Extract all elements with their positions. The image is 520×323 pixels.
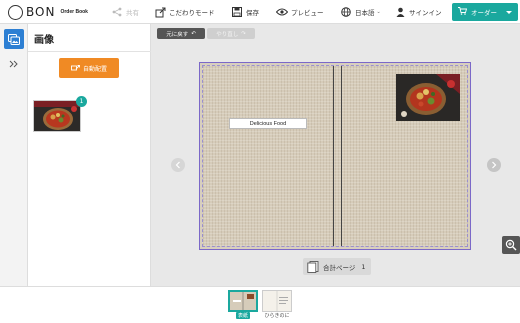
chevron-right-icon bbox=[492, 161, 497, 169]
mode-label: こだわりモード bbox=[169, 9, 215, 17]
page-label-cover: 表紙 bbox=[236, 312, 250, 319]
order-label: オーダー bbox=[471, 9, 497, 17]
panel-divider bbox=[28, 51, 151, 52]
logo[interactable]: BON Order Book bbox=[8, 3, 88, 21]
left-rail bbox=[0, 24, 28, 286]
preview-button[interactable]: プレビュー bbox=[276, 4, 324, 20]
language-label: 日本語 bbox=[355, 9, 375, 17]
order-button[interactable]: オーダー bbox=[452, 3, 518, 21]
undo-redo-bar: 元に戻す ↶ やり直し ↷ bbox=[157, 28, 255, 39]
expand-panel-button[interactable] bbox=[7, 58, 21, 70]
save-button[interactable]: 保存 bbox=[231, 4, 259, 20]
signin-button[interactable]: サインイン bbox=[394, 4, 442, 20]
image-thumbnail[interactable]: 1 bbox=[33, 96, 87, 134]
panel-title: 画像 bbox=[34, 35, 54, 46]
auto-layout-button[interactable]: 自動配置 bbox=[59, 58, 119, 78]
preview-label: プレビュー bbox=[291, 9, 324, 17]
next-page-button[interactable] bbox=[487, 158, 501, 172]
mode-button[interactable]: こだわりモード bbox=[154, 4, 215, 20]
share-label: 共有 bbox=[126, 9, 139, 17]
page-thumbnail-spread[interactable] bbox=[262, 290, 292, 312]
undo-icon: ↶ bbox=[191, 30, 196, 37]
image-panel-tab[interactable] bbox=[4, 29, 24, 49]
redo-icon: ↷ bbox=[241, 30, 246, 37]
zoom-button[interactable] bbox=[502, 236, 520, 254]
image-panel: 画像 自動配置 1 bbox=[28, 24, 151, 286]
user-icon bbox=[394, 6, 406, 18]
logo-mark-icon bbox=[8, 4, 23, 20]
redo-button[interactable]: やり直し ↷ bbox=[207, 28, 255, 39]
food-photo-thumbnail bbox=[33, 100, 81, 132]
auto-layout-icon bbox=[71, 64, 80, 70]
page-label-spread: ひらきのに bbox=[264, 313, 290, 319]
chevron-left-icon bbox=[175, 161, 180, 169]
double-chevron-right-icon bbox=[9, 60, 18, 68]
save-icon bbox=[231, 6, 243, 18]
caret-down-icon bbox=[506, 10, 512, 14]
page-thumbnail-cover[interactable] bbox=[228, 290, 258, 312]
logo-text: BON bbox=[26, 5, 56, 19]
page-strip: 表紙 ひらきのに bbox=[0, 286, 520, 323]
undo-label: 元に戻す bbox=[166, 31, 189, 38]
save-label: 保存 bbox=[246, 9, 259, 17]
cart-icon bbox=[458, 7, 468, 17]
undo-button[interactable]: 元に戻す ↶ bbox=[157, 28, 205, 39]
editor-canvas: 元に戻す ↶ やり直し ↷ Delicious Food 合計ページ 1 bbox=[151, 24, 520, 286]
chevron-down-icon: ⌄ bbox=[376, 9, 381, 15]
share-icon bbox=[111, 6, 123, 18]
share-button[interactable]: 共有 bbox=[111, 4, 139, 20]
page-count-value: 1 bbox=[361, 262, 366, 271]
page-count-label: 合計ページ bbox=[323, 263, 356, 272]
spine-line-left bbox=[333, 66, 334, 246]
cover-photo[interactable] bbox=[396, 74, 460, 121]
redo-label: やり直し bbox=[216, 31, 239, 38]
top-bar: BON Order Book 共有 こだわりモード 保存 プレビュー 日本語 ⌄ bbox=[0, 0, 520, 24]
cover-text-box[interactable]: Delicious Food bbox=[229, 118, 307, 129]
previous-page-button[interactable] bbox=[171, 158, 185, 172]
external-edit-icon bbox=[154, 6, 166, 18]
logo-subtitle: Order Book bbox=[60, 9, 88, 15]
eye-icon bbox=[276, 6, 288, 18]
zoom-in-icon bbox=[505, 239, 517, 251]
book-cover-surface: Delicious Food bbox=[202, 65, 468, 247]
language-select[interactable]: 日本語 ⌄ bbox=[340, 4, 381, 20]
image-icon bbox=[8, 33, 20, 45]
signin-label: サインイン bbox=[409, 9, 442, 17]
usage-count-badge: 1 bbox=[76, 96, 87, 107]
globe-icon bbox=[340, 6, 352, 18]
pages-icon bbox=[307, 260, 319, 273]
book-spread[interactable]: Delicious Food bbox=[199, 62, 471, 250]
spine-line-right bbox=[341, 66, 342, 246]
page-count-indicator: 合計ページ 1 bbox=[303, 258, 371, 275]
auto-layout-label: 自動配置 bbox=[82, 65, 107, 73]
